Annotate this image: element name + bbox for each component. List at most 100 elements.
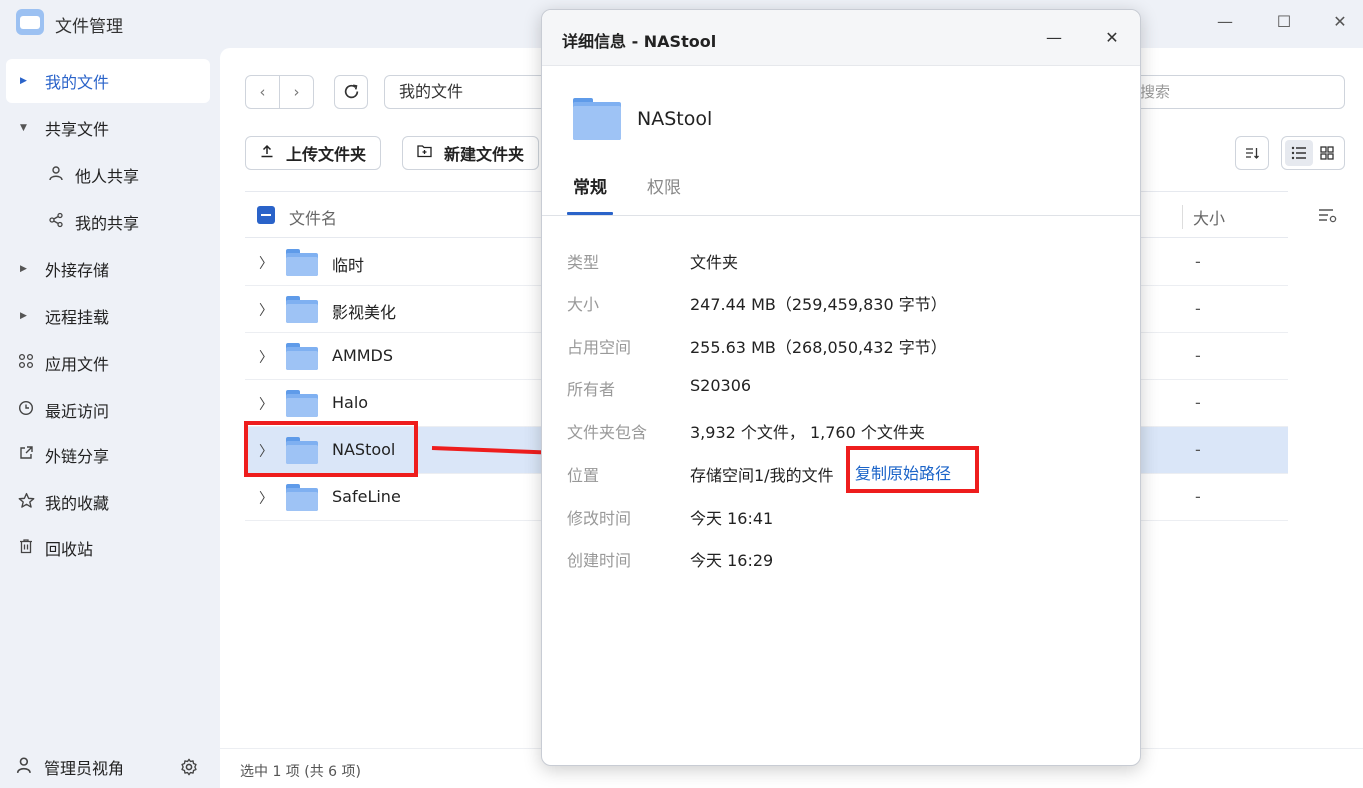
file-size: - bbox=[1195, 440, 1201, 459]
person-icon bbox=[46, 165, 66, 185]
annotation-highlight-copy-path bbox=[846, 446, 979, 493]
file-manager-app-icon bbox=[16, 9, 44, 35]
admin-view-label: 管理员视角 bbox=[44, 759, 125, 778]
search-input[interactable]: 搜索 bbox=[1125, 75, 1345, 109]
sidebar: ▶ 我的文件 ▼ 共享文件 他人共享 我的共享 ▶ 外接存储 ▶ 远程挂载 应用… bbox=[0, 46, 220, 788]
new-folder-button[interactable]: 新建文件夹 bbox=[402, 136, 540, 170]
prop-label-contains: 文件夹包含 bbox=[567, 423, 648, 442]
sidebar-item-label: 外接存储 bbox=[45, 261, 110, 280]
chevron-right-icon[interactable]: 〉 bbox=[259, 347, 273, 367]
prop-label-owner: 所有者 bbox=[567, 380, 616, 399]
upload-icon bbox=[260, 144, 274, 162]
prop-value-owner: S20306 bbox=[690, 376, 752, 395]
sidebar-item-favorites[interactable]: 我的收藏 bbox=[6, 480, 210, 524]
prop-label-size: 大小 bbox=[567, 295, 600, 314]
folder-icon bbox=[286, 296, 318, 323]
sidebar-item-my-files[interactable]: ▶ 我的文件 bbox=[6, 59, 210, 103]
sidebar-item-label: 共享文件 bbox=[45, 120, 110, 139]
refresh-icon bbox=[343, 84, 360, 105]
chevron-right-icon[interactable]: 〉 bbox=[259, 394, 273, 414]
sort-icon bbox=[1244, 148, 1260, 165]
prop-value-size: 247.44 MB（259,459,830 字节） bbox=[690, 295, 947, 314]
tab-permissions[interactable]: 权限 bbox=[647, 173, 681, 198]
caret-right-icon: ▶ bbox=[20, 311, 27, 321]
prop-value-disk-usage: 255.63 MB（268,050,432 字节） bbox=[690, 338, 947, 357]
close-window-icon[interactable]: ✕ bbox=[1328, 10, 1352, 34]
back-button[interactable]: ‹ bbox=[246, 76, 280, 108]
admin-view-toggle[interactable]: 管理员视角 bbox=[0, 746, 220, 788]
sidebar-item-label: 我的收藏 bbox=[45, 494, 110, 513]
column-settings-icon[interactable] bbox=[1318, 207, 1338, 227]
prop-label-disk-usage: 占用空间 bbox=[567, 338, 632, 357]
list-view-icon[interactable] bbox=[1285, 140, 1313, 166]
dialog-titlebar: 详细信息 - NAStool — ✕ bbox=[542, 10, 1140, 66]
prop-value-type: 文件夹 bbox=[690, 253, 739, 272]
folder-icon bbox=[573, 98, 621, 140]
tab-general[interactable]: 常规 bbox=[573, 173, 607, 198]
prop-value-modified: 今天 16:41 bbox=[690, 509, 774, 528]
sidebar-item-recycle-bin[interactable]: 回收站 bbox=[6, 526, 210, 570]
prop-label-location: 位置 bbox=[567, 466, 600, 485]
view-mode-toggle bbox=[1281, 136, 1345, 170]
grid-view-icon[interactable] bbox=[1313, 140, 1341, 166]
prop-label-modified: 修改时间 bbox=[567, 509, 632, 528]
file-name: SafeLine bbox=[332, 487, 401, 506]
minimize-icon[interactable]: — bbox=[1213, 10, 1237, 34]
sidebar-item-label: 我的文件 bbox=[45, 73, 110, 92]
caret-right-icon: ▶ bbox=[20, 264, 27, 274]
sidebar-item-label: 外链分享 bbox=[45, 447, 110, 466]
app-title: 文件管理 bbox=[55, 17, 123, 37]
sidebar-item-label: 回收站 bbox=[45, 540, 94, 559]
external-link-icon bbox=[16, 445, 36, 465]
forward-button[interactable]: › bbox=[280, 76, 313, 108]
new-folder-label: 新建文件夹 bbox=[444, 145, 525, 164]
sidebar-item-label: 远程挂载 bbox=[45, 308, 110, 327]
sidebar-item-recent[interactable]: 最近访问 bbox=[6, 388, 210, 432]
sidebar-item-app-files[interactable]: 应用文件 bbox=[6, 341, 210, 385]
close-icon[interactable]: ✕ bbox=[1100, 26, 1124, 50]
maximize-icon[interactable]: ☐ bbox=[1272, 10, 1296, 34]
column-header-size[interactable]: 大小 bbox=[1182, 205, 1225, 229]
prop-value-location: 存储空间1/我的文件 bbox=[690, 466, 834, 485]
prop-value-created: 今天 16:29 bbox=[690, 551, 774, 570]
dialog-title: 详细信息 - NAStool bbox=[562, 32, 717, 51]
upload-folder-button[interactable]: 上传文件夹 bbox=[245, 136, 382, 170]
sidebar-item-link-share[interactable]: 外链分享 bbox=[6, 433, 210, 477]
new-folder-icon bbox=[417, 144, 432, 162]
prop-label-type: 类型 bbox=[567, 253, 600, 272]
chevron-right-icon[interactable]: 〉 bbox=[259, 300, 273, 320]
sidebar-item-label: 最近访问 bbox=[45, 402, 110, 421]
apps-icon bbox=[16, 353, 36, 373]
caret-down-icon: ▼ bbox=[20, 123, 27, 133]
sidebar-item-external-storage[interactable]: ▶ 外接存储 bbox=[6, 247, 210, 291]
sidebar-item-shared-with-me[interactable]: 他人共享 bbox=[6, 153, 210, 197]
minimize-icon[interactable]: — bbox=[1042, 26, 1066, 50]
file-size: - bbox=[1195, 252, 1201, 271]
upload-folder-label: 上传文件夹 bbox=[286, 145, 367, 164]
file-size: - bbox=[1195, 346, 1201, 365]
sidebar-item-label: 他人共享 bbox=[75, 167, 140, 186]
sort-button[interactable] bbox=[1235, 136, 1269, 170]
folder-icon bbox=[286, 249, 318, 276]
trash-icon bbox=[16, 538, 36, 558]
refresh-button[interactable] bbox=[334, 75, 368, 109]
prop-label-created: 创建时间 bbox=[567, 551, 632, 570]
prop-value-contains: 3,932 个文件， 1,760 个文件夹 bbox=[690, 423, 925, 442]
share-icon bbox=[46, 212, 66, 232]
annotation-highlight-nastool bbox=[244, 421, 418, 477]
tab-divider bbox=[542, 215, 1140, 216]
folder-icon bbox=[286, 343, 318, 370]
folder-name: NAStool bbox=[637, 108, 713, 130]
file-name: AMMDS bbox=[332, 346, 394, 365]
sidebar-item-remote-mount[interactable]: ▶ 远程挂载 bbox=[6, 294, 210, 338]
select-all-checkbox[interactable] bbox=[257, 206, 275, 224]
chevron-right-icon[interactable]: 〉 bbox=[259, 488, 273, 508]
column-header-name[interactable]: 文件名 bbox=[289, 205, 337, 229]
sidebar-item-my-shares[interactable]: 我的共享 bbox=[6, 200, 210, 244]
sidebar-item-label: 应用文件 bbox=[45, 355, 110, 374]
star-icon bbox=[16, 492, 36, 513]
chevron-right-icon[interactable]: 〉 bbox=[259, 253, 273, 273]
history-nav: ‹ › bbox=[245, 75, 314, 109]
gear-icon[interactable] bbox=[180, 758, 198, 780]
sidebar-item-shared-files[interactable]: ▼ 共享文件 bbox=[6, 106, 210, 150]
